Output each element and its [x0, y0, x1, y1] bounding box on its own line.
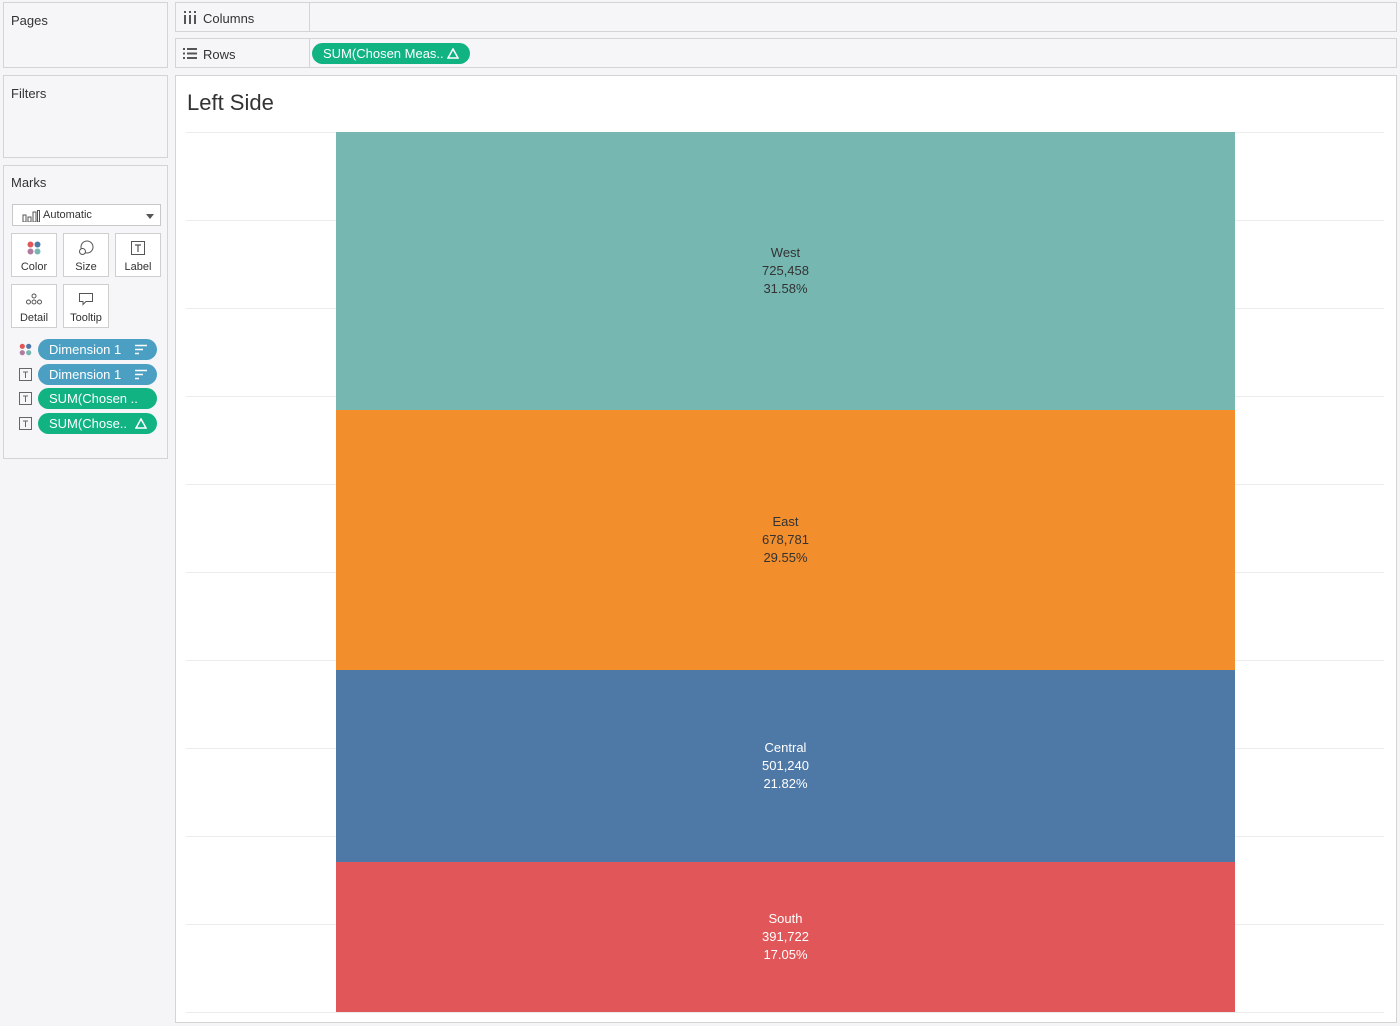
rows-field-pill[interactable]: SUM(Chosen Meas..: [312, 43, 470, 64]
marks-field-row: Dimension 1: [4, 364, 169, 386]
marks-field-pill-label: Dimension 1: [49, 342, 122, 357]
color-icon: [19, 343, 32, 356]
bar-percent-label: 17.05%: [763, 946, 808, 962]
size-button-label: Size: [75, 261, 97, 273]
mark-type-label: Automatic: [43, 209, 92, 221]
chart-bars: West 725,458 31.58% East 678,781 29.55% Centra…: [186, 132, 1384, 1012]
bar-category-label: East: [772, 513, 799, 529]
bar-label: West 725,458 31.58%: [336, 244, 1235, 298]
detail-icon: [26, 293, 42, 305]
chevron-down-icon[interactable]: [146, 214, 154, 219]
marks-field-row: SUM(Chose..: [4, 413, 169, 435]
color-icon: [27, 241, 41, 255]
marks-field-pill[interactable]: Dimension 1: [38, 364, 157, 385]
bar-east[interactable]: East 678,781 29.55%: [336, 409, 1235, 670]
bar-label: Central 501,240 21.82%: [336, 739, 1235, 793]
bar-percent-label: 21.82%: [763, 775, 808, 791]
gridline: [186, 1012, 1384, 1013]
columns-shelf-label: Columns: [203, 11, 255, 26]
bar-percent-label: 29.55%: [763, 549, 808, 565]
marks-field-pill-label: SUM(Chosen ..: [49, 391, 138, 406]
shelf-divider: [309, 3, 310, 31]
color-button-label: Color: [20, 261, 48, 273]
marks-card-title: Marks: [11, 175, 47, 190]
detail-button-label: Detail: [19, 312, 49, 324]
columns-icon: [184, 11, 196, 24]
tooltip-button-label: Tooltip: [70, 312, 102, 324]
marks-field-row: SUM(Chosen ..: [4, 388, 169, 410]
label-icon: [19, 368, 32, 381]
bar-percent-label: 31.58%: [763, 280, 808, 296]
marks-field-pill-label: SUM(Chose..: [49, 416, 128, 431]
marks-field-row: Dimension 1: [4, 339, 169, 361]
bar-category-label: South: [768, 910, 803, 926]
rows-field-pill-label: SUM(Chosen Meas..: [323, 46, 444, 61]
pages-card-title: Pages: [11, 13, 48, 28]
sort-icon[interactable]: [135, 344, 147, 355]
bar-category-label: Central: [764, 739, 807, 755]
rows-icon: [183, 48, 197, 59]
delta-icon: [135, 418, 147, 429]
marks-field-pill-label: Dimension 1: [49, 367, 122, 382]
viz-view: Left Side West 725,458 31.58% East 678,781 29…: [175, 75, 1397, 1023]
label-button-label: Label: [124, 261, 152, 273]
rows-shelf-label: Rows: [203, 47, 236, 62]
marks-field-pill[interactable]: SUM(Chosen ..: [38, 388, 157, 409]
size-icon: [79, 240, 94, 255]
chart-plot-area: West 725,458 31.58% East 678,781 29.55% Centra…: [186, 132, 1384, 1013]
bar-category-label: West: [770, 244, 801, 260]
label-icon: [131, 241, 145, 255]
marks-field-pill[interactable]: SUM(Chose..: [38, 413, 157, 434]
mark-type-dropdown[interactable]: Automatic: [12, 204, 161, 226]
view-title: Left Side: [187, 90, 274, 115]
size-button[interactable]: Size: [63, 233, 109, 277]
label-icon: [19, 417, 32, 430]
bar-label: East 678,781 29.55%: [336, 513, 1235, 567]
tooltip-icon: [79, 293, 93, 306]
bar-value-label: 725,458: [762, 262, 809, 278]
color-button[interactable]: Color: [11, 233, 57, 277]
bar-west[interactable]: West 725,458 31.58%: [336, 132, 1235, 410]
marks-field-pill[interactable]: Dimension 1: [38, 339, 157, 360]
bar-south[interactable]: South 391,722 17.05%: [336, 861, 1235, 1012]
bar-chart-icon: [22, 210, 40, 222]
tooltip-button[interactable]: Tooltip: [63, 284, 109, 328]
shelf-divider: [309, 39, 310, 67]
rows-shelf[interactable]: Rows SUM(Chosen Meas..: [175, 38, 1397, 68]
pages-card[interactable]: Pages: [3, 2, 168, 68]
bar-value-label: 501,240: [762, 757, 809, 773]
bar-value-label: 678,781: [762, 531, 809, 547]
label-button[interactable]: Label: [115, 233, 161, 277]
sort-icon[interactable]: [135, 369, 147, 380]
detail-button[interactable]: Detail: [11, 284, 57, 328]
bar-central[interactable]: Central 501,240 21.82%: [336, 669, 1235, 862]
marks-card: Marks Automatic Color Size Label Detail …: [3, 165, 168, 459]
columns-shelf[interactable]: Columns: [175, 2, 1397, 32]
delta-icon: [447, 48, 459, 59]
filters-card-title: Filters: [11, 86, 47, 101]
label-icon: [19, 392, 32, 405]
bar-value-label: 391,722: [762, 928, 809, 944]
bar-label: South 391,722 17.05%: [336, 910, 1235, 964]
filters-card[interactable]: Filters: [3, 75, 168, 158]
